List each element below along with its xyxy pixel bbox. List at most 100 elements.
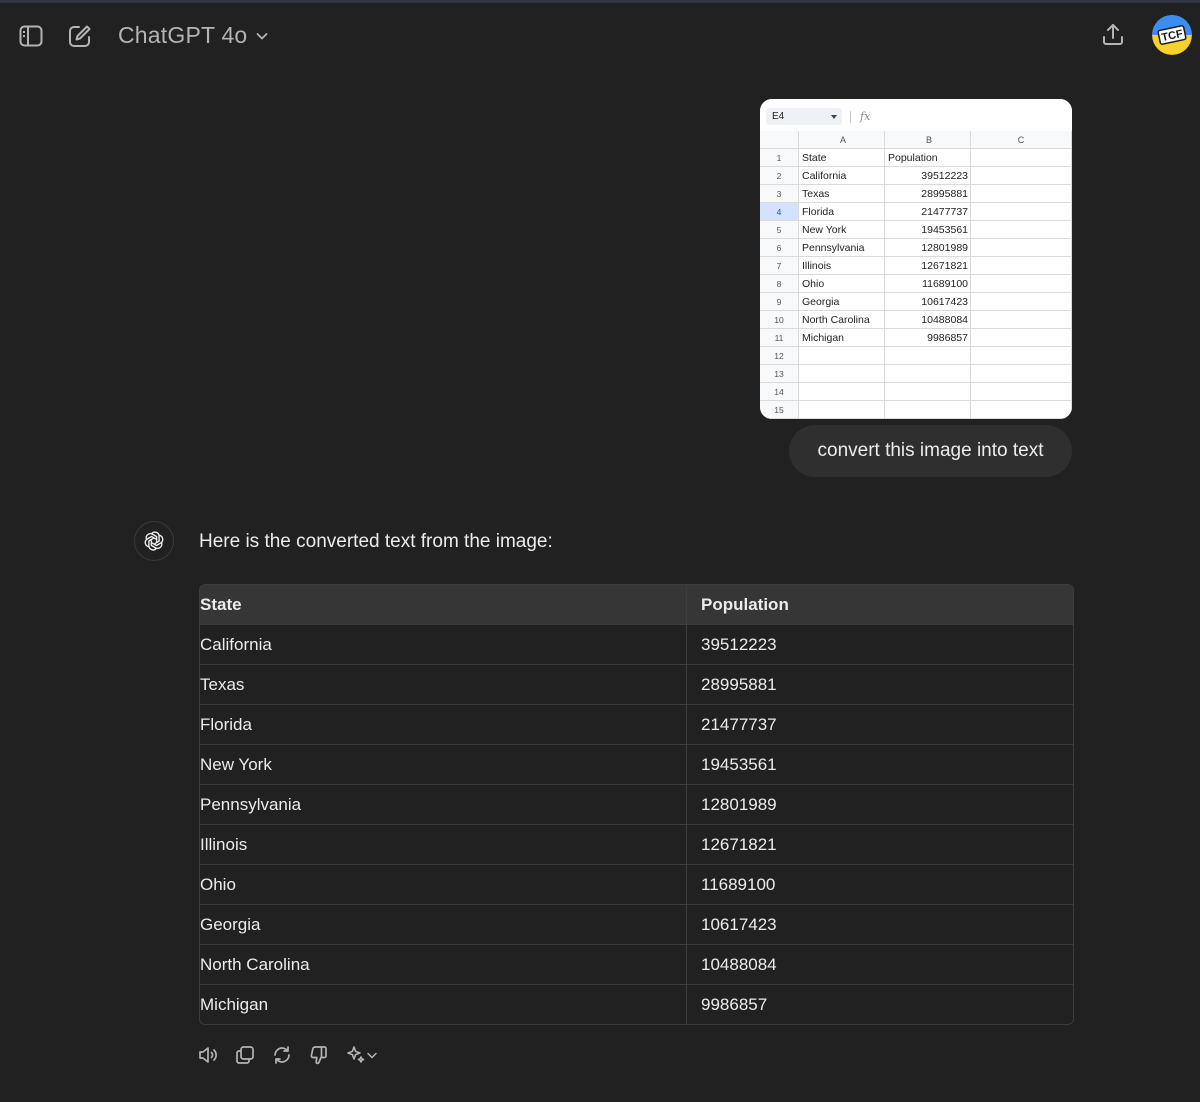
cell — [971, 185, 1072, 203]
model-selector[interactable]: ChatGPT 4o — [108, 15, 279, 55]
sheet-row: 10 North Carolina 10488084 — [760, 311, 1072, 329]
table-header-population: Population — [701, 594, 789, 614]
cell: 39512223 — [885, 167, 971, 185]
read-aloud-button[interactable] — [196, 1043, 220, 1067]
cell — [971, 401, 1072, 419]
cell: 11689100 — [885, 275, 971, 293]
cell — [885, 365, 971, 383]
table-cell-state: California — [200, 625, 687, 664]
table-cell-state: New York — [200, 745, 687, 784]
row-number: 14 — [760, 383, 799, 401]
cell — [971, 329, 1072, 347]
openai-logo-icon — [144, 531, 164, 551]
regenerate-button[interactable] — [270, 1043, 294, 1067]
copy-button[interactable] — [233, 1043, 257, 1067]
spreadsheet-screenshot: E4 fx A B C 1 State Population 2 California… — [760, 99, 1072, 419]
sheet-row: 6 Pennsylvania 12801989 — [760, 239, 1072, 257]
dropdown-arrow-icon — [831, 115, 837, 119]
sheet-row: 4 Florida 21477737 — [760, 203, 1072, 221]
table-cell-state: Michigan — [200, 985, 687, 1024]
table-row: Michigan 9986857 — [200, 984, 1073, 1024]
thumbs-down-button[interactable] — [307, 1043, 331, 1067]
column-header-row: A B C — [760, 131, 1072, 149]
table-cell-population: 21477737 — [701, 714, 777, 734]
user-message-bubble: convert this image into text — [789, 425, 1072, 477]
table-header-state: State — [200, 585, 687, 624]
cell — [799, 347, 885, 365]
row-number: 4 — [760, 203, 799, 221]
row-number: 6 — [760, 239, 799, 257]
cell: New York — [799, 221, 885, 239]
sidebar-toggle-icon — [19, 25, 43, 47]
cell — [885, 347, 971, 365]
function-icon: fx — [860, 110, 871, 123]
table-cell-population: 9986857 — [701, 994, 768, 1014]
cell — [799, 365, 885, 383]
row-number: 15 — [760, 401, 799, 419]
table-cell-population: 12671821 — [701, 834, 777, 854]
sheet-row: 15 — [760, 401, 1072, 419]
formula-bar: E4 fx — [760, 99, 1072, 131]
cell — [971, 383, 1072, 401]
table-cell-population: 12801989 — [701, 794, 777, 814]
table-cell-population: 19453561 — [701, 754, 777, 774]
cell: Michigan — [799, 329, 885, 347]
cell: 10617423 — [885, 293, 971, 311]
new-chat-button[interactable] — [62, 18, 98, 54]
copy-icon — [236, 1046, 254, 1064]
table-cell-population: 10488084 — [701, 954, 777, 974]
table-cell-population: 28995881 — [701, 674, 777, 694]
cell: 28995881 — [885, 185, 971, 203]
table-cell-state: Florida — [200, 705, 687, 744]
avatar-logo: TCF — [1152, 15, 1192, 55]
table-row: Florida 21477737 — [200, 704, 1073, 744]
row-number: 9 — [760, 293, 799, 311]
avatar[interactable]: TCF — [1152, 15, 1192, 55]
cell — [799, 383, 885, 401]
cell: Illinois — [799, 257, 885, 275]
name-box-value: E4 — [772, 111, 785, 122]
cell — [971, 275, 1072, 293]
cell — [971, 257, 1072, 275]
new-chat-icon — [69, 25, 91, 47]
cell: 12671821 — [885, 257, 971, 275]
table-header-row: State Population — [200, 585, 1073, 624]
cell: Pennsylvania — [799, 239, 885, 257]
column-header: B — [885, 131, 971, 149]
cell — [885, 401, 971, 419]
table-row: Illinois 12671821 — [200, 824, 1073, 864]
sheet-row: 11 Michigan 9986857 — [760, 329, 1072, 347]
column-header: C — [971, 131, 1072, 149]
thumbs-down-icon — [310, 1046, 327, 1065]
table-cell-population: 10617423 — [701, 914, 777, 934]
cell: State — [799, 149, 885, 167]
cell — [971, 149, 1072, 167]
table-row: Pennsylvania 12801989 — [200, 784, 1073, 824]
row-number: 11 — [760, 329, 799, 347]
regenerate-icon — [274, 1046, 290, 1064]
table-row: North Carolina 10488084 — [200, 944, 1073, 984]
table-cell-state: Georgia — [200, 905, 687, 944]
share-button[interactable] — [1095, 17, 1131, 53]
sidebar-toggle-button[interactable] — [13, 18, 49, 54]
row-number: 12 — [760, 347, 799, 365]
cell — [971, 365, 1072, 383]
sheet-row: 3 Texas 28995881 — [760, 185, 1072, 203]
table-cell-state: Pennsylvania — [200, 785, 687, 824]
assistant-avatar — [134, 521, 174, 561]
cell — [971, 203, 1072, 221]
cell: 10488084 — [885, 311, 971, 329]
table-row: California 39512223 — [200, 624, 1073, 664]
row-number: 10 — [760, 311, 799, 329]
model-switch-button[interactable] — [344, 1043, 378, 1067]
divider — [850, 111, 851, 123]
sheet-row: 14 — [760, 383, 1072, 401]
cell: 19453561 — [885, 221, 971, 239]
header-bar: ChatGPT 4o TCF — [0, 3, 1200, 69]
table-cell-population: 11689100 — [701, 874, 776, 894]
uploaded-image[interactable]: E4 fx A B C 1 State Population 2 California… — [760, 99, 1072, 419]
spreadsheet-grid: A B C 1 State Population 2 California 395122… — [760, 131, 1072, 419]
cell: Florida — [799, 203, 885, 221]
cell: North Carolina — [799, 311, 885, 329]
cell: Georgia — [799, 293, 885, 311]
